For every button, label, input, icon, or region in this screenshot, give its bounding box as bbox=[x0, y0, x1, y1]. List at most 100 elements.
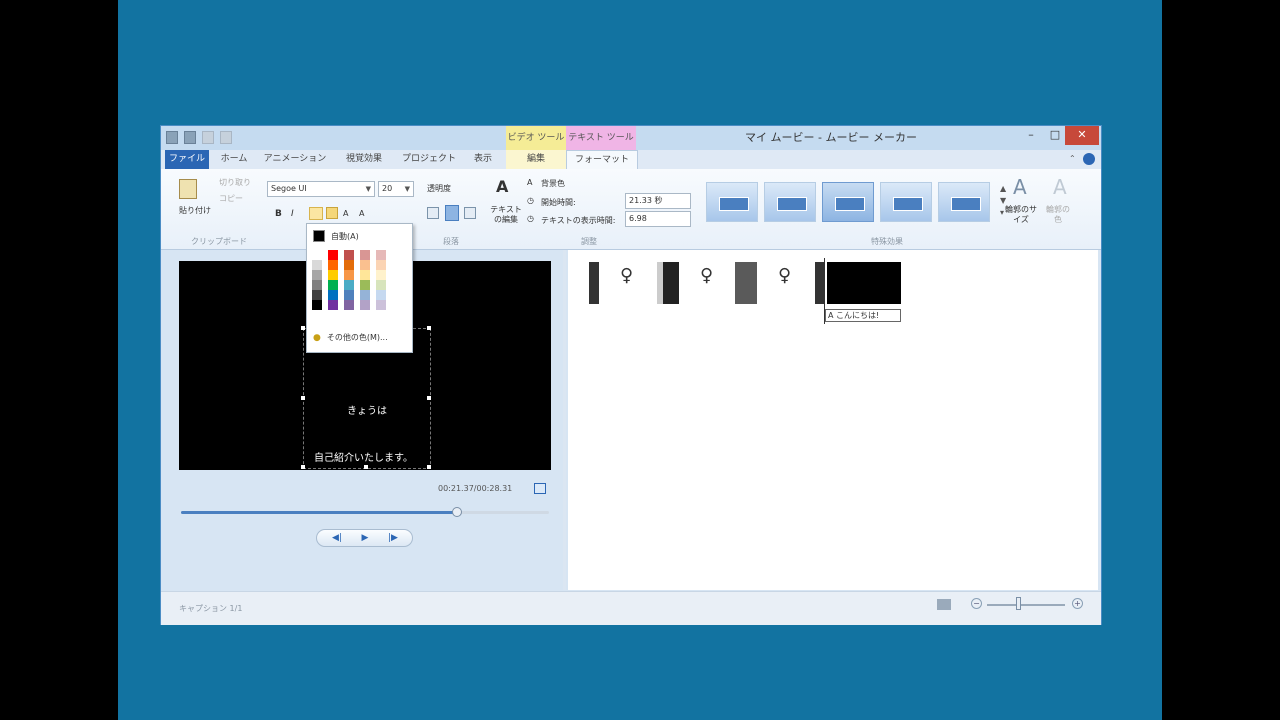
effects-scroll-icon[interactable]: ▲ ▼ ▾ bbox=[1000, 183, 1006, 219]
align-center-icon[interactable] bbox=[445, 205, 459, 221]
undo-icon[interactable] bbox=[202, 131, 214, 144]
resize-handle[interactable] bbox=[301, 396, 305, 400]
zoom-slider[interactable] bbox=[987, 604, 1065, 606]
color-swatch[interactable] bbox=[312, 270, 322, 280]
copy-button[interactable]: コピー bbox=[219, 193, 243, 204]
color-swatch[interactable] bbox=[312, 300, 322, 310]
zoom-out-button[interactable]: − bbox=[971, 598, 982, 609]
grow-font-icon[interactable]: A bbox=[343, 209, 348, 218]
outline-size-button[interactable]: 輪郭のサイズ bbox=[1004, 205, 1038, 225]
effect-thumbnail-1[interactable] bbox=[706, 182, 758, 222]
outline-color-button[interactable]: 輪郭の色 bbox=[1043, 205, 1073, 225]
tab-animation[interactable]: アニメーション bbox=[259, 150, 331, 169]
tab-visual-effects[interactable]: 視覚効果 bbox=[335, 150, 393, 169]
color-swatch[interactable] bbox=[328, 280, 338, 290]
color-swatch[interactable] bbox=[360, 300, 370, 310]
clip-frame[interactable] bbox=[657, 262, 679, 304]
color-swatch[interactable] bbox=[360, 290, 370, 300]
color-swatch[interactable] bbox=[328, 300, 338, 310]
color-swatch[interactable] bbox=[344, 270, 354, 280]
clip-frame-character[interactable]: ♀ bbox=[700, 265, 713, 286]
resize-handle[interactable] bbox=[427, 396, 431, 400]
color-swatch[interactable] bbox=[360, 260, 370, 270]
minimize-button[interactable]: – bbox=[1019, 126, 1043, 145]
auto-color-item[interactable]: 自動(A) bbox=[313, 230, 359, 242]
clip-frame[interactable] bbox=[589, 262, 599, 304]
color-swatch[interactable] bbox=[344, 290, 354, 300]
help-icon[interactable] bbox=[1083, 153, 1095, 165]
color-swatch[interactable] bbox=[360, 250, 370, 260]
clip-frame[interactable] bbox=[735, 262, 757, 304]
caption-clip[interactable]: A こんにちは! bbox=[825, 309, 901, 322]
outline-color-icon[interactable]: A bbox=[1053, 175, 1067, 199]
font-color-button[interactable] bbox=[309, 207, 323, 220]
color-swatch[interactable] bbox=[344, 260, 354, 270]
color-swatch[interactable] bbox=[312, 280, 322, 290]
font-color-dropdown-icon[interactable] bbox=[326, 207, 338, 219]
resize-handle[interactable] bbox=[427, 465, 431, 469]
effect-thumbnail-3[interactable] bbox=[822, 182, 874, 222]
bold-button[interactable]: B bbox=[275, 209, 282, 219]
clip-frame-selected[interactable] bbox=[827, 262, 901, 304]
align-right-icon[interactable] bbox=[464, 207, 476, 219]
color-swatch[interactable] bbox=[376, 250, 386, 260]
play-button[interactable]: ▶ bbox=[352, 530, 378, 546]
font-size-select[interactable]: 20 ▼ bbox=[378, 181, 414, 197]
edit-text-button[interactable]: テキストの編集 bbox=[489, 205, 523, 225]
resize-handle[interactable] bbox=[301, 326, 305, 330]
color-swatch[interactable] bbox=[376, 260, 386, 270]
cut-button[interactable]: 切り取り bbox=[219, 177, 251, 188]
tab-edit[interactable]: 編集 bbox=[506, 150, 566, 169]
edit-text-icon[interactable]: A bbox=[496, 177, 508, 196]
clip-frame-character[interactable]: ♀ bbox=[620, 265, 633, 286]
paste-label[interactable]: 貼り付け bbox=[179, 205, 211, 216]
color-swatch[interactable] bbox=[376, 300, 386, 310]
color-swatch[interactable] bbox=[376, 290, 386, 300]
color-swatch[interactable] bbox=[312, 250, 322, 260]
color-swatch[interactable] bbox=[328, 260, 338, 270]
resize-handle[interactable] bbox=[301, 465, 305, 469]
expand-preview-icon[interactable] bbox=[534, 483, 546, 494]
align-left-icon[interactable] bbox=[427, 207, 439, 219]
pane-divider[interactable] bbox=[563, 250, 566, 590]
effect-thumbnail-2[interactable] bbox=[764, 182, 816, 222]
color-swatch[interactable] bbox=[344, 300, 354, 310]
resize-handle[interactable] bbox=[427, 326, 431, 330]
previous-frame-button[interactable]: ◀| bbox=[323, 530, 351, 546]
more-colors-item[interactable]: ● その他の色(M)... bbox=[313, 332, 388, 343]
start-time-input[interactable]: 21.33 秒 bbox=[625, 193, 691, 209]
color-swatch[interactable] bbox=[328, 250, 338, 260]
font-family-select[interactable]: Segoe UI ▼ bbox=[267, 181, 375, 197]
storyboard-view-icon[interactable] bbox=[937, 599, 951, 610]
outline-size-icon[interactable]: A bbox=[1013, 175, 1027, 199]
zoom-thumb[interactable] bbox=[1016, 597, 1021, 610]
paste-icon[interactable] bbox=[179, 179, 197, 199]
color-swatch[interactable] bbox=[328, 290, 338, 300]
color-swatch[interactable] bbox=[328, 270, 338, 280]
clip-frame-character[interactable]: ♀ bbox=[778, 265, 791, 286]
redo-icon[interactable] bbox=[220, 131, 232, 144]
zoom-in-button[interactable]: + bbox=[1072, 598, 1083, 609]
tab-home[interactable]: ホーム bbox=[213, 150, 255, 169]
resize-handle[interactable] bbox=[364, 465, 368, 469]
bg-color-button[interactable]: 背景色 bbox=[541, 178, 565, 189]
italic-button[interactable]: I bbox=[291, 209, 294, 219]
maximize-button[interactable]: □ bbox=[1043, 126, 1067, 145]
color-swatch[interactable] bbox=[312, 290, 322, 300]
effect-thumbnail-4[interactable] bbox=[880, 182, 932, 222]
effect-thumbnail-5[interactable] bbox=[938, 182, 990, 222]
tab-file[interactable]: ファイル bbox=[165, 150, 209, 169]
color-swatch[interactable] bbox=[312, 260, 322, 270]
color-swatch[interactable] bbox=[344, 280, 354, 290]
close-button[interactable]: ✕ bbox=[1065, 126, 1099, 145]
color-swatch[interactable] bbox=[360, 280, 370, 290]
bg-color-icon[interactable]: A bbox=[527, 178, 532, 187]
shrink-font-icon[interactable]: A bbox=[359, 209, 364, 218]
seek-thumb[interactable] bbox=[452, 507, 462, 517]
collapse-ribbon-icon[interactable]: ⌃ bbox=[1069, 154, 1076, 163]
duration-input[interactable]: 6.98 bbox=[625, 211, 691, 227]
tab-view[interactable]: 表示 bbox=[465, 150, 501, 169]
color-swatch[interactable] bbox=[360, 270, 370, 280]
color-swatch[interactable] bbox=[376, 280, 386, 290]
color-swatch[interactable] bbox=[344, 250, 354, 260]
